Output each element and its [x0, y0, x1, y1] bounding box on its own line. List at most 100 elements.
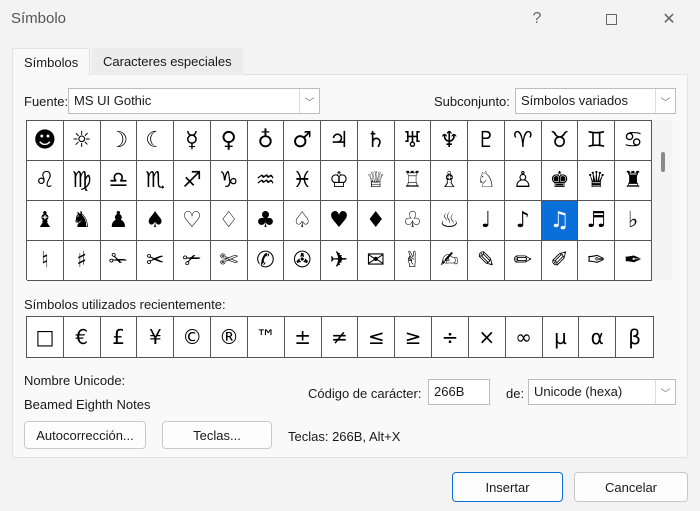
symbol-cell[interactable]: ✒ [615, 241, 652, 281]
symbol-cell[interactable]: ♮ [27, 241, 64, 281]
subset-select[interactable]: Símbolos variados ﹀ [515, 88, 676, 114]
recent-symbol-cell[interactable]: € [64, 317, 101, 357]
keys-button[interactable]: Teclas... [162, 421, 272, 449]
close-button[interactable]: ✕ [654, 6, 684, 32]
symbol-cell[interactable]: ♡ [174, 201, 211, 241]
insert-button[interactable]: Insertar [452, 472, 563, 502]
tab-symbols[interactable]: Símbolos [12, 48, 91, 76]
symbol-cell[interactable]: ♥ [321, 201, 358, 241]
symbol-cell[interactable]: ♆ [431, 121, 469, 161]
symbol-cell[interactable]: ♃ [321, 121, 358, 161]
symbol-cell[interactable]: ♤ [284, 201, 322, 241]
symbol-cell[interactable]: ♯ [63, 241, 101, 281]
recent-symbol-cell[interactable]: β [616, 317, 653, 357]
recent-symbol-cell[interactable]: ¥ [137, 317, 175, 357]
symbol-cell[interactable]: ✄ [210, 241, 248, 281]
symbol-cell[interactable]: ✁ [100, 241, 138, 281]
symbol-cell[interactable]: ♕ [357, 161, 395, 201]
symbol-cell[interactable]: ♠ [137, 201, 175, 241]
recent-symbol-cell[interactable]: ≤ [358, 317, 396, 357]
recent-symbol-cell[interactable]: ∞ [506, 317, 543, 357]
symbol-cell[interactable]: ✐ [541, 241, 579, 281]
symbol-cell[interactable]: ♋ [615, 121, 652, 161]
font-select[interactable]: MS UI Gothic ﹀ [68, 88, 320, 114]
symbol-cell[interactable]: ♦ [357, 201, 395, 241]
recent-symbol-cell[interactable]: □ [27, 317, 64, 357]
symbol-cell[interactable]: ✆ [247, 241, 285, 281]
symbol-cell[interactable]: ♩ [468, 201, 505, 241]
symbol-cell[interactable]: ☿ [174, 121, 211, 161]
symbol-cell[interactable]: ☼ [63, 121, 101, 161]
symbol-cell[interactable]: ♘ [468, 161, 505, 201]
symbol-cell[interactable]: ♧ [394, 201, 432, 241]
symbol-cell[interactable]: ♍ [63, 161, 101, 201]
symbol-cell[interactable]: ✑ [578, 241, 616, 281]
symbol-cell[interactable]: ♚ [541, 161, 579, 201]
symbol-cell[interactable]: ♫ [541, 201, 579, 241]
symbol-cell[interactable]: ♅ [394, 121, 432, 161]
from-select[interactable]: Unicode (hexa) ﹀ [528, 379, 676, 405]
symbol-cell[interactable]: ✏ [504, 241, 542, 281]
symbol-cell[interactable]: ♄ [357, 121, 395, 161]
recent-symbol-cell[interactable]: £ [101, 317, 138, 357]
recent-symbol-cell[interactable]: ≥ [395, 317, 433, 357]
symbol-cell[interactable]: ♣ [247, 201, 285, 241]
recent-symbol-cell[interactable]: α [579, 317, 617, 357]
symbol-cell[interactable]: ☾ [137, 121, 175, 161]
symbol-cell[interactable]: ♎ [100, 161, 138, 201]
symbol-cell[interactable]: ✂ [137, 241, 175, 281]
autocorrect-button[interactable]: Autocorrección... [24, 421, 146, 449]
symbol-cell[interactable]: ✍ [431, 241, 469, 281]
symbol-cell[interactable]: ♭ [615, 201, 652, 241]
symbol-cell[interactable]: ♬ [578, 201, 616, 241]
symbol-cell[interactable]: ✎ [468, 241, 505, 281]
symbol-cell[interactable]: ♗ [431, 161, 469, 201]
symbol-cell[interactable]: ✇ [284, 241, 322, 281]
symbol-cell[interactable]: ♂ [284, 121, 322, 161]
recent-symbol-cell[interactable]: ± [285, 317, 322, 357]
symbol-cell[interactable]: ♞ [63, 201, 101, 241]
symbol-cell[interactable]: ♔ [321, 161, 358, 201]
recent-symbol-cell[interactable]: ≠ [322, 317, 359, 357]
symbol-cell[interactable]: ♝ [27, 201, 64, 241]
symbol-cell[interactable]: ♪ [504, 201, 542, 241]
recent-symbol-cell[interactable]: ÷ [432, 317, 469, 357]
symbol-cell[interactable]: ♜ [615, 161, 652, 201]
recent-symbol-cell[interactable]: × [469, 317, 506, 357]
symbol-cell[interactable]: ♨ [431, 201, 469, 241]
symbol-cell[interactable]: ♁ [247, 121, 285, 161]
maximize-button[interactable] [596, 6, 626, 32]
symbol-cell[interactable]: ♢ [210, 201, 248, 241]
symbol-cell[interactable]: ♉ [541, 121, 579, 161]
symbol-cell[interactable]: ✌ [394, 241, 432, 281]
symbol-cell[interactable]: ♊ [578, 121, 616, 161]
char-code-input[interactable]: 266B [428, 379, 490, 405]
symbol-cell[interactable]: ♏ [137, 161, 175, 201]
symbol-cell[interactable]: ♛ [578, 161, 616, 201]
symbol-cell[interactable]: ✃ [174, 241, 211, 281]
recent-symbol-cell[interactable]: © [174, 317, 212, 357]
symbol-cell[interactable]: ♓ [284, 161, 322, 201]
symbol-cell[interactable]: ✈ [321, 241, 358, 281]
symbol-cell[interactable]: ♌ [27, 161, 64, 201]
cancel-button[interactable]: Cancelar [574, 472, 688, 502]
symbol-cell[interactable]: ♖ [394, 161, 432, 201]
help-button[interactable]: ? [522, 6, 552, 32]
symbol-cell[interactable]: ♇ [468, 121, 505, 161]
symbol-cell[interactable]: ♟ [100, 201, 138, 241]
symbol-cell[interactable]: ☻ [27, 121, 64, 161]
recent-symbol-cell[interactable]: µ [543, 317, 580, 357]
symbol-cell[interactable]: ♀ [210, 121, 248, 161]
recent-symbol-cell[interactable]: ® [211, 317, 248, 357]
grid-scrollbar[interactable] [652, 120, 672, 280]
symbol-cell[interactable]: ♙ [504, 161, 542, 201]
tab-special-characters[interactable]: Caracteres especiales [92, 48, 243, 75]
scrollbar-thumb[interactable] [661, 152, 665, 172]
recent-symbol-cell[interactable]: ™ [248, 317, 285, 357]
symbol-cell[interactable]: ♐ [174, 161, 211, 201]
symbol-cell[interactable]: ☽ [100, 121, 138, 161]
symbol-cell[interactable]: ✉ [357, 241, 395, 281]
symbol-cell[interactable]: ♒ [247, 161, 285, 201]
symbol-cell[interactable]: ♈ [504, 121, 542, 161]
symbol-cell[interactable]: ♑ [210, 161, 248, 201]
